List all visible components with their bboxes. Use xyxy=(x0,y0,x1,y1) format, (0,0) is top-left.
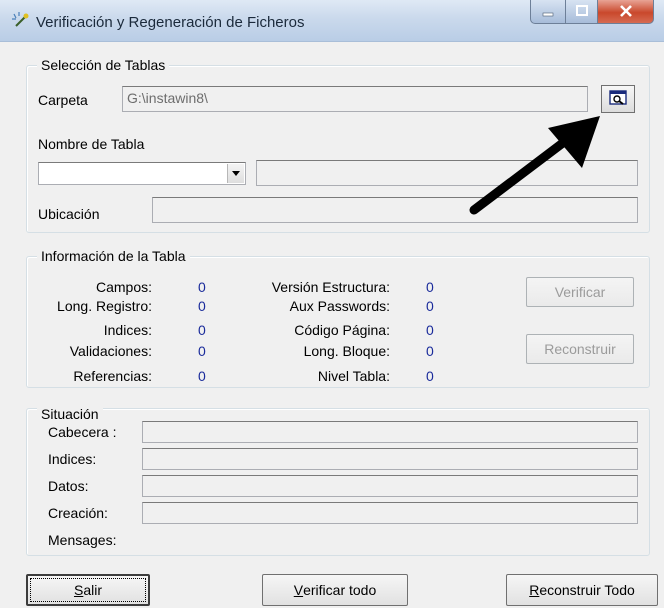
close-icon xyxy=(619,4,633,20)
browse-button[interactable] xyxy=(601,85,635,113)
window-controls xyxy=(530,0,654,28)
indices-label: Indices: xyxy=(48,451,97,467)
info-value: 0 xyxy=(198,343,206,359)
ubicacion-label: Ubicación xyxy=(38,206,100,222)
carpeta-field[interactable]: G:\instawin8\ xyxy=(122,86,588,112)
pointer-arrow-icon xyxy=(469,116,600,215)
title-bar: Verificación y Regeneración de Ficheros xyxy=(0,0,664,42)
close-button[interactable] xyxy=(598,0,654,24)
verificar-todo-button[interactable]: Verificar todo xyxy=(262,574,408,606)
seleccion-legend: Selección de Tablas xyxy=(37,57,170,73)
reconstruir-todo-button[interactable]: Reconstruir Todo xyxy=(506,574,658,606)
info-label: Campos: xyxy=(95,279,152,295)
maximize-icon xyxy=(575,4,589,20)
nombre-tabla-label: Nombre de Tabla xyxy=(38,136,145,152)
indices-field xyxy=(142,448,638,470)
maximize-button[interactable] xyxy=(566,0,598,24)
info-label: Indices: xyxy=(103,322,152,338)
minimize-icon xyxy=(541,4,555,20)
situacion-legend: Situación xyxy=(37,406,103,422)
info-value: 0 xyxy=(426,368,434,384)
carpeta-value: G:\instawin8\ xyxy=(127,90,208,106)
magic-wand-icon xyxy=(10,10,32,32)
info-value: 0 xyxy=(198,368,206,384)
info-value: 0 xyxy=(426,343,434,359)
verificar-button[interactable]: Verificar xyxy=(526,277,634,307)
main-window: Verificación y Regeneración de Ficheros … xyxy=(0,0,664,608)
info-label: Long. Registro: xyxy=(57,298,152,314)
info-value: 0 xyxy=(426,322,434,338)
creacion-field xyxy=(142,502,638,524)
dropdown-button[interactable] xyxy=(227,164,244,183)
info-label: Aux Passwords: xyxy=(289,298,390,314)
datos-label: Datos: xyxy=(48,478,89,494)
info-label: Versión Estructura: xyxy=(271,279,390,295)
info-value: 0 xyxy=(426,298,434,314)
reconstruir-button[interactable]: Reconstruir xyxy=(526,334,634,364)
cabecera-field xyxy=(142,421,638,443)
cabecera-label: Cabecera : xyxy=(48,424,117,440)
info-label: Long. Bloque: xyxy=(303,343,390,359)
chevron-down-icon xyxy=(232,171,240,176)
mensajes-label: Mensages: xyxy=(48,532,117,548)
info-label: Nivel Tabla: xyxy=(317,368,390,384)
creacion-label: Creación: xyxy=(48,505,108,521)
info-label: Código Página: xyxy=(294,322,390,338)
info-value: 0 xyxy=(426,279,434,295)
info-value: 0 xyxy=(198,298,206,314)
salir-button[interactable]: Salir xyxy=(26,574,150,606)
search-folder-icon xyxy=(608,89,628,110)
info-label: Validaciones: xyxy=(69,343,152,359)
info-legend: Información de la Tabla xyxy=(37,248,190,264)
info-value: 0 xyxy=(198,322,206,338)
info-label: Referencias: xyxy=(73,368,152,384)
minimize-button[interactable] xyxy=(530,0,566,24)
carpeta-label: Carpeta xyxy=(38,92,88,108)
nombre-tabla-select[interactable] xyxy=(38,162,246,185)
datos-field xyxy=(142,475,638,497)
info-value: 0 xyxy=(198,279,206,295)
window-title: Verificación y Regeneración de Ficheros xyxy=(36,14,305,31)
